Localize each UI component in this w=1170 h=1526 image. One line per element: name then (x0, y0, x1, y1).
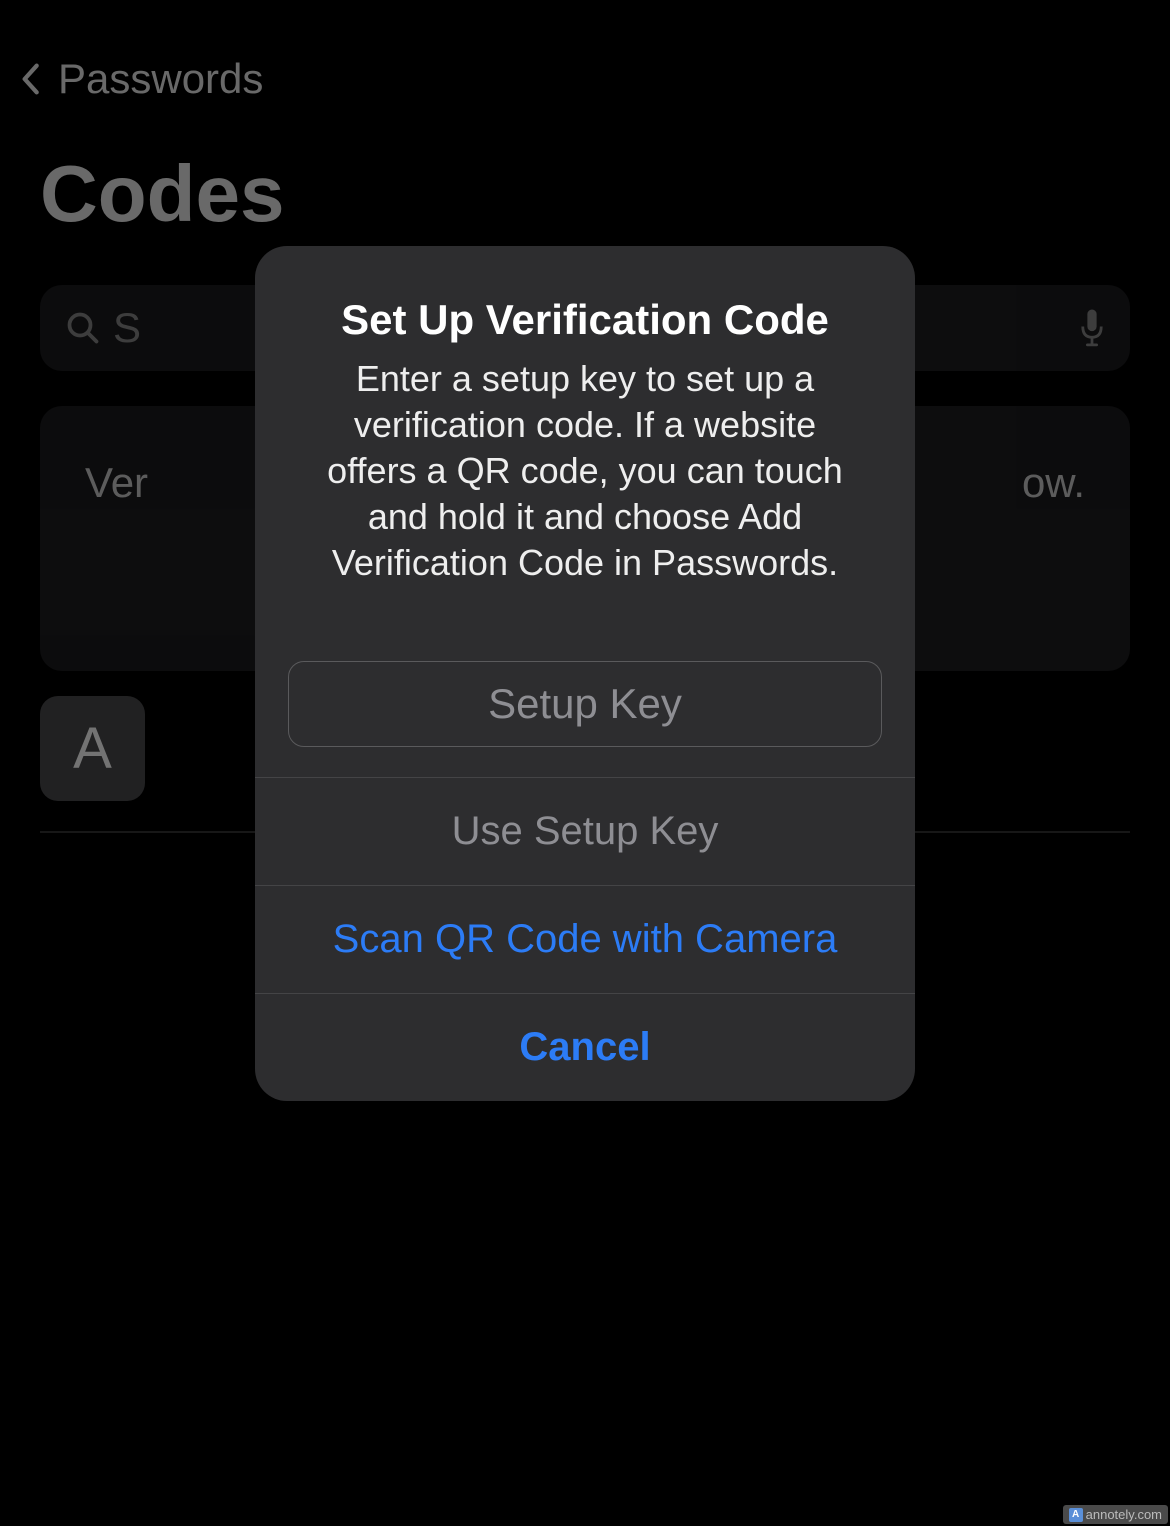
back-button-label[interactable]: Passwords (58, 55, 263, 103)
alert-description: Enter a setup key to set up a verificati… (295, 356, 875, 586)
watermark: A annotely.com (1063, 1505, 1168, 1524)
back-chevron-icon[interactable] (20, 63, 40, 95)
section-letter-badge[interactable]: A (40, 696, 145, 801)
setup-key-input[interactable] (288, 661, 882, 747)
info-text-suffix: ow. (1022, 456, 1085, 511)
microphone-icon[interactable] (1079, 308, 1105, 348)
scan-qr-code-button[interactable]: Scan QR Code with Camera (255, 885, 915, 993)
search-icon (65, 310, 101, 346)
alert-title: Set Up Verification Code (295, 296, 875, 344)
setup-key-input-wrapper (255, 611, 915, 777)
nav-bar: Passwords (0, 0, 1170, 123)
use-setup-key-button[interactable]: Use Setup Key (255, 777, 915, 885)
alert-body: Set Up Verification Code Enter a setup k… (255, 246, 915, 611)
watermark-text: annotely.com (1086, 1507, 1162, 1522)
info-text-prefix: Ver (85, 456, 148, 511)
watermark-icon: A (1069, 1508, 1083, 1522)
cancel-button[interactable]: Cancel (255, 993, 915, 1101)
verification-code-alert: Set Up Verification Code Enter a setup k… (255, 246, 915, 1101)
